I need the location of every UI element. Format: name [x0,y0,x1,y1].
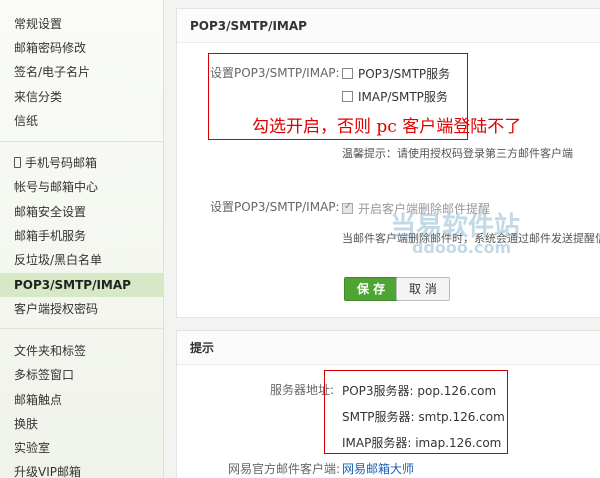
sidebar-item-signature[interactable]: 签名/电子名片 [14,60,90,84]
sidebar-item-security[interactable]: 邮箱安全设置 [14,200,86,224]
sidebar-item-folders-tags[interactable]: 文件夹和标签 [14,339,86,363]
sidebar-item-password[interactable]: 邮箱密码修改 [14,36,86,60]
cancel-button[interactable]: 取 消 [396,277,450,301]
sidebar-item-account-center[interactable]: 帐号与邮箱中心 [14,175,98,199]
delete-notice-description: 当邮件客户端删除邮件时，系统会通过邮件发送提醒信息 [342,232,600,245]
sidebar-item-antispam[interactable]: 反垃圾/黑白名单 [14,248,102,272]
sidebar-divider [0,328,164,329]
official-client-label: 网易官方邮件客户端: [228,462,341,476]
auth-code-tip: 温馨提示：请使用授权码登录第三方邮件客户端 [342,147,573,160]
save-button[interactable]: 保 存 [344,277,399,301]
panel-title: POP3/SMTP/IMAP [177,9,600,43]
sidebar-item-mobile-service[interactable]: 邮箱手机服务 [14,224,86,248]
imap-server: IMAP服务器: imap.126.com [342,436,502,450]
settings-main: POP3/SMTP/IMAP 设置POP3/SMTP/IMAP: POP3/SM… [176,0,600,478]
delete-notice-option-label: 开启客户端删除邮件提醒 [358,202,491,216]
sidebar-item-client-auth-code[interactable]: 客户端授权密码 [14,297,98,321]
sidebar-item-pop3-smtp-imap[interactable]: POP3/SMTP/IMAP [0,273,164,297]
sidebar-item-lab[interactable]: 实验室 [14,436,50,460]
sidebar-divider [0,141,164,142]
delete-notice-setting-label: 设置POP3/SMTP/IMAP: [210,200,340,214]
delete-notice-checkbox[interactable] [342,201,353,214]
smtp-server: SMTP服务器: smtp.126.com [342,410,505,424]
sidebar-item-stationery[interactable]: 信纸 [14,109,38,133]
sidebar-item-skin[interactable]: 换肤 [14,412,38,436]
phone-icon [14,157,21,168]
panel-title: 提示 [177,331,600,365]
sidebar-item-touchpoint[interactable]: 邮箱触点 [14,388,62,412]
mail-master-link[interactable]: 网易邮箱大师 [342,460,414,477]
sidebar-item-mail-filter[interactable]: 来信分类 [14,85,62,109]
settings-sidebar: 常规设置 邮箱密码修改 签名/电子名片 来信分类 信纸 手机号码邮箱 帐号与邮箱… [0,0,164,478]
delete-notice-option[interactable]: 开启客户端删除邮件提醒 [342,200,490,217]
annotation-enable-hint: 勾选开启，否则 pc 客户端登陆不了 [252,117,522,137]
sidebar-item-vip-upgrade[interactable]: 升级VIP邮箱 [14,460,81,478]
pop3-server: POP3服务器: pop.126.com [342,384,497,398]
sidebar-item-multi-tab[interactable]: 多标签窗口 [14,363,74,387]
sidebar-item-label: 手机号码邮箱 [25,156,98,170]
sidebar-item-general[interactable]: 常规设置 [14,12,62,36]
sidebar-item-phone-mail[interactable]: 手机号码邮箱 [14,151,97,175]
